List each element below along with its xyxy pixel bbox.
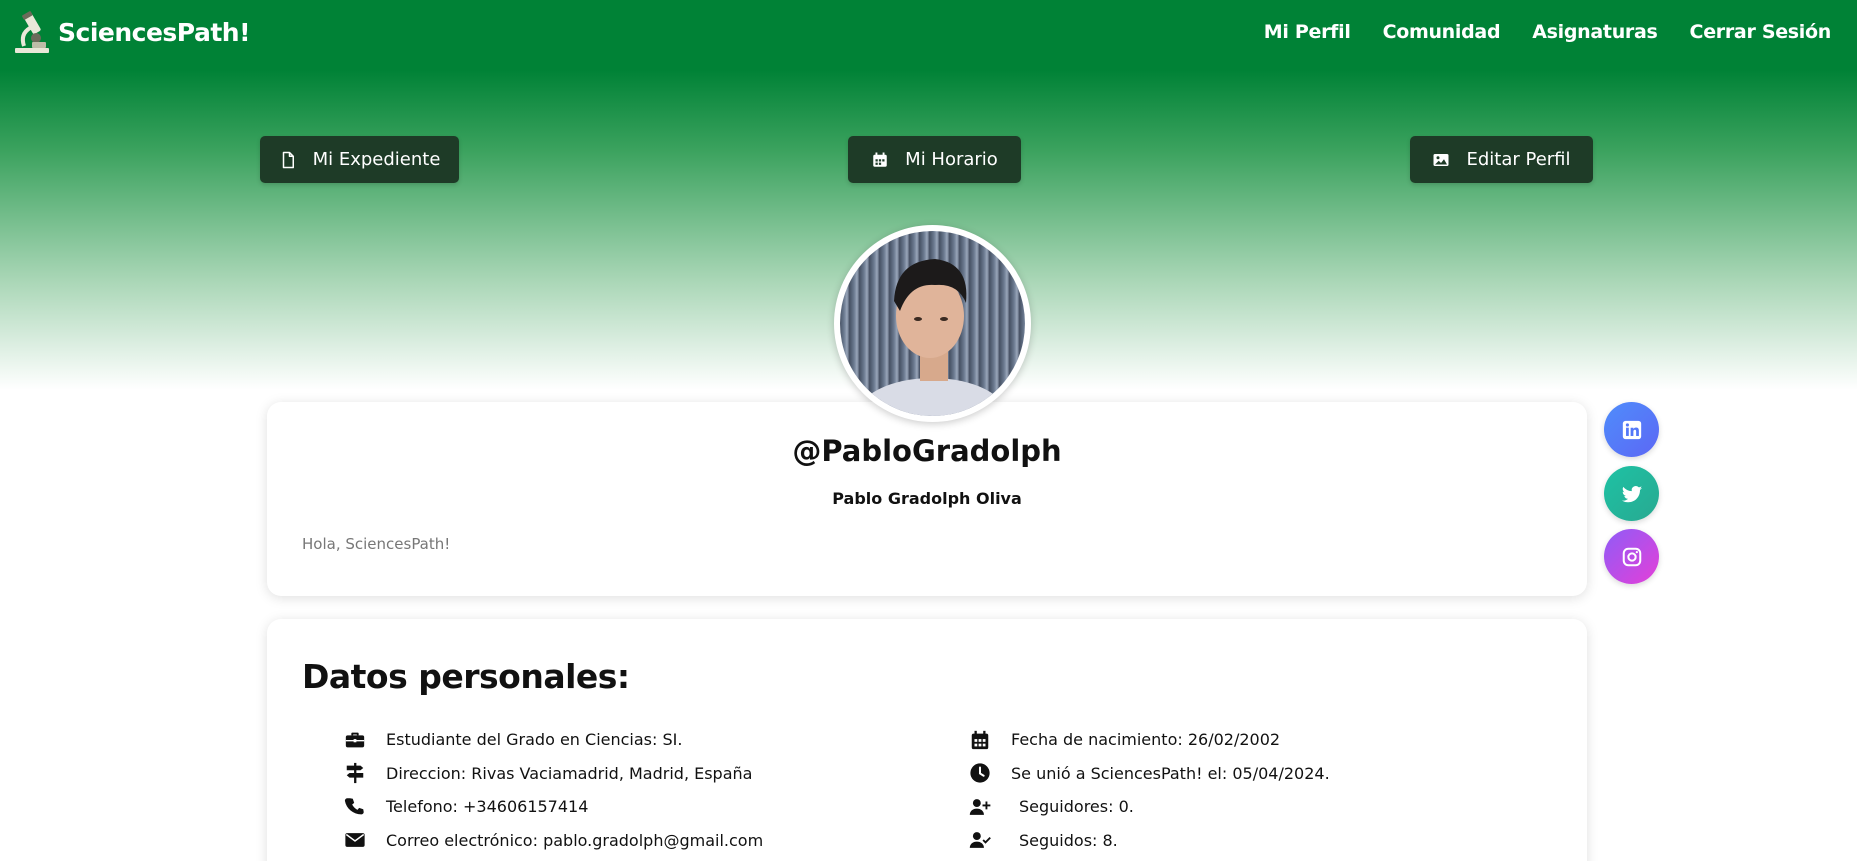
- personal-data-left-column: Estudiante del Grado en Ciencias: SI. Di…: [344, 723, 763, 857]
- data-birthdate-text: Fecha de nacimiento: 26/02/2002: [1011, 730, 1281, 750]
- linkedin-button[interactable]: [1604, 402, 1659, 457]
- image-icon: [1433, 153, 1449, 166]
- clock-icon: [970, 763, 990, 783]
- brand[interactable]: SciencesPath!: [12, 10, 250, 54]
- user-plus-icon: [969, 798, 991, 815]
- user-check-icon: [969, 832, 991, 849]
- personal-data-title: Datos personales:: [302, 657, 630, 696]
- nav-comunidad[interactable]: Comunidad: [1383, 21, 1501, 43]
- signpost-icon: [346, 763, 364, 784]
- personal-data-card: Datos personales: Estudiante del Grado e…: [267, 619, 1587, 861]
- calendar-icon: [971, 730, 989, 749]
- calendar-icon: [873, 152, 887, 167]
- data-row-following: Seguidos: 8.: [969, 824, 1330, 858]
- data-following-text: Seguidos: 8.: [1019, 830, 1118, 850]
- data-email-text: Correo electrónico: pablo.gradolph@gmail…: [386, 830, 764, 850]
- avatar: [834, 225, 1031, 422]
- avatar-photo: [840, 231, 1025, 416]
- nav-asignaturas[interactable]: Asignaturas: [1532, 21, 1658, 43]
- data-joined-text: Se unió a SciencesPath! el: 05/04/2024.: [1011, 763, 1330, 783]
- twitter-icon: [1621, 485, 1642, 502]
- envelope-icon: [345, 833, 365, 848]
- profile-username: @PabloGradolph: [792, 434, 1062, 468]
- brand-name: SciencesPath!: [58, 17, 250, 47]
- data-phone-text: Telefono: +34606157414: [386, 797, 589, 817]
- mi-expediente-button[interactable]: Mi Expediente: [260, 136, 459, 183]
- data-row-email: Correo electrónico: pablo.gradolph@gmail…: [344, 824, 763, 858]
- instagram-icon: [1622, 547, 1641, 566]
- data-address-text: Direccion: Rivas Vaciamadrid, Madrid, Es…: [386, 763, 753, 783]
- mi-horario-label: Mi Horario: [905, 149, 998, 170]
- data-row-followers: Seguidores: 0.: [969, 790, 1330, 824]
- data-row-phone: Telefono: +34606157414: [344, 790, 763, 824]
- editar-perfil-button[interactable]: Editar Perfil: [1410, 136, 1593, 183]
- file-icon: [282, 151, 294, 168]
- data-student-text: Estudiante del Grado en Ciencias: SI.: [386, 730, 683, 750]
- personal-data-right-column: Fecha de nacimiento: 26/02/2002 Se unió …: [969, 723, 1330, 857]
- instagram-button[interactable]: [1604, 529, 1659, 584]
- briefcase-icon: [345, 732, 365, 748]
- nav-cerrar-sesion[interactable]: Cerrar Sesión: [1690, 21, 1832, 43]
- profile-card: @PabloGradolph Pablo Gradolph Oliva Hola…: [267, 402, 1587, 596]
- mi-horario-button[interactable]: Mi Horario: [848, 136, 1021, 183]
- data-row-birthdate: Fecha de nacimiento: 26/02/2002: [969, 723, 1330, 757]
- nav-mi-perfil[interactable]: Mi Perfil: [1264, 21, 1351, 43]
- data-row-address: Direccion: Rivas Vaciamadrid, Madrid, Es…: [344, 757, 763, 791]
- nav-links: Mi Perfil Comunidad Asignaturas Cerrar S…: [1264, 21, 1832, 43]
- microscope-icon: [15, 11, 49, 53]
- data-followers-text: Seguidores: 0.: [1019, 797, 1134, 817]
- data-row-student: Estudiante del Grado en Ciencias: SI.: [344, 723, 763, 757]
- phone-icon: [344, 798, 364, 815]
- profile-bio: Hola, SciencesPath!: [302, 535, 451, 553]
- data-row-joined: Se unió a SciencesPath! el: 05/04/2024.: [969, 757, 1330, 791]
- profile-full-name: Pablo Gradolph Oliva: [832, 489, 1022, 508]
- navbar: SciencesPath! Mi Perfil Comunidad Asigna…: [0, 0, 1857, 64]
- linkedin-icon: [1622, 420, 1641, 439]
- editar-perfil-label: Editar Perfil: [1466, 149, 1571, 170]
- mi-expediente-label: Mi Expediente: [312, 149, 441, 170]
- twitter-button[interactable]: [1604, 466, 1659, 521]
